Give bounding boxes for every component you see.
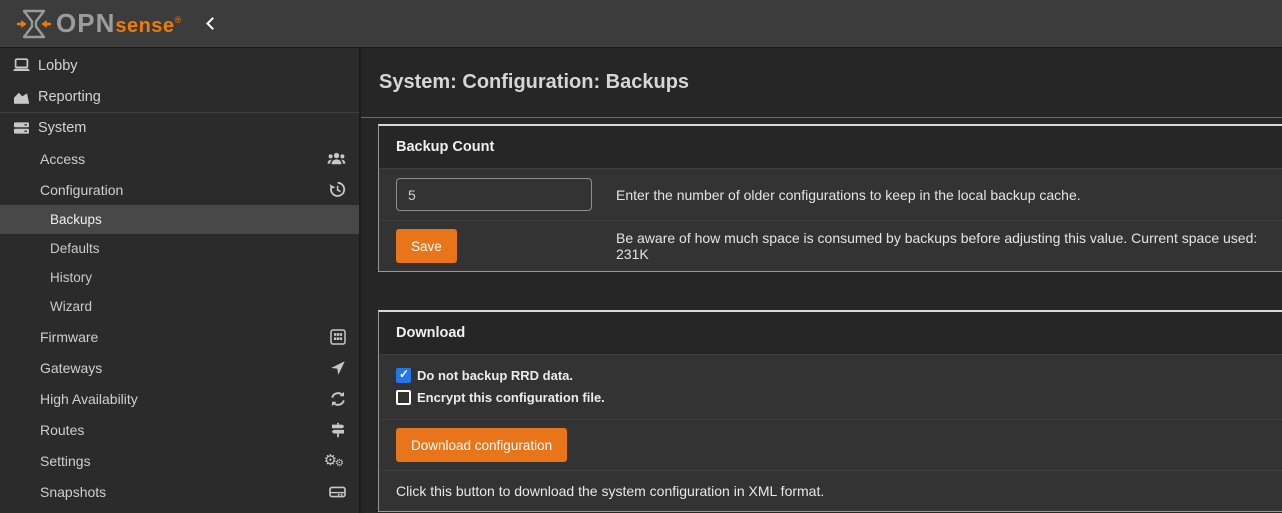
opnsense-logo[interactable]: OPNsense® [16, 8, 181, 40]
sidebar-item-routes[interactable]: Routes [0, 414, 359, 445]
sidebar-item-configuration[interactable]: Configuration [0, 174, 359, 205]
backup-count-input[interactable] [396, 178, 592, 211]
encrypt-checkbox[interactable] [396, 390, 411, 405]
backup-count-panel-header: Backup Count [379, 126, 1282, 168]
sidebar-collapse-button[interactable] [203, 15, 221, 33]
sidebar-item-label: History [50, 270, 92, 285]
sidebar-item-label: System [38, 120, 86, 136]
server-icon [9, 121, 34, 135]
sidebar-item-snapshots[interactable]: Snapshots [0, 476, 359, 507]
brand-sense: sense [115, 15, 174, 38]
save-row: Save Be aware of how much space is consu… [379, 220, 1282, 271]
sidebar-item-backups[interactable]: Backups [0, 205, 359, 234]
laptop-icon [9, 58, 34, 73]
brand-registered-mark: ® [175, 15, 182, 25]
rrd-checkbox-line[interactable]: Do not backup RRD data. [396, 364, 1272, 386]
sidebar-item-high-availability[interactable]: High Availability [0, 383, 359, 414]
sidebar-item-system[interactable]: System [0, 112, 359, 143]
area-chart-icon [9, 89, 34, 104]
sidebar-nav: Lobby Reporting [0, 48, 361, 513]
rrd-checkbox-label[interactable]: Do not backup RRD data. [417, 368, 573, 383]
sidebar-item-label: Reporting [38, 89, 101, 105]
sidebar-item-settings[interactable]: Settings ⚙⚙ [0, 445, 359, 476]
cogs-icon: ⚙⚙ [324, 453, 346, 468]
save-help: Be aware of how much space is consumed b… [616, 229, 1272, 263]
opnsense-app: OPNsense® Lobby [0, 0, 1282, 513]
users-icon [327, 151, 346, 166]
refresh-icon [330, 391, 346, 407]
save-button[interactable]: Save [396, 229, 457, 263]
top-bar: OPNsense® [0, 0, 1282, 48]
sidebar-item-label: High Availability [40, 391, 138, 407]
history-icon [329, 181, 346, 198]
page-title: System: Configuration: Backups [361, 48, 1282, 118]
sidebar-item-wizard[interactable]: Wizard [0, 292, 359, 321]
backup-count-panel: Backup Count Enter the number of older c… [378, 124, 1282, 272]
sidebar-item-label: Lobby [38, 58, 78, 74]
backup-count-help: Enter the number of older configurations… [616, 178, 1272, 211]
sidebar-item-label: Configuration [40, 182, 123, 198]
main-layout: Lobby Reporting [0, 48, 1282, 513]
sidebar-item-firmware[interactable]: Firmware [0, 321, 359, 352]
sidebar-item-lobby[interactable]: Lobby [0, 50, 359, 81]
encrypt-checkbox-label[interactable]: Encrypt this configuration file. [417, 390, 605, 405]
brand-text: OPNsense® [56, 8, 181, 39]
grid-icon [330, 329, 346, 345]
sidebar-item-gateways[interactable]: Gateways [0, 352, 359, 383]
map-signs-icon [330, 422, 346, 438]
sidebar-item-access[interactable]: Access [0, 143, 359, 174]
rrd-checkbox[interactable] [396, 368, 411, 383]
sidebar-item-label: Defaults [50, 241, 100, 256]
download-note: Click this button to download the system… [379, 470, 1282, 511]
sidebar-item-label: Snapshots [40, 484, 106, 500]
download-button-row: Download configuration [379, 419, 1282, 470]
sidebar-item-label: Settings [40, 453, 91, 469]
backup-count-row: Enter the number of older configurations… [379, 168, 1282, 220]
location-arrow-icon [330, 360, 346, 376]
sidebar-item-defaults[interactable]: Defaults [0, 234, 359, 263]
sidebar-item-label: Access [40, 151, 85, 167]
brand-opn: OPN [56, 8, 115, 39]
sidebar-item-label: Firmware [40, 329, 98, 345]
download-options-row: Do not backup RRD data. Encrypt this con… [379, 354, 1282, 419]
sidebar-item-history[interactable]: History [0, 263, 359, 292]
sidebar-item-label: Backups [50, 212, 102, 227]
hourglass-logo-icon [16, 8, 52, 40]
sidebar-item-label: Gateways [40, 360, 102, 376]
content-area: System: Configuration: Backups Backup Co… [361, 48, 1282, 513]
encrypt-checkbox-line[interactable]: Encrypt this configuration file. [396, 386, 1272, 408]
download-configuration-button[interactable]: Download configuration [396, 428, 567, 462]
chevron-left-icon [206, 17, 219, 30]
sidebar-item-reporting[interactable]: Reporting [0, 81, 359, 112]
sidebar-item-label: Wizard [50, 299, 92, 314]
download-panel-header: Download [379, 312, 1282, 354]
hdd-icon [329, 484, 346, 499]
sidebar-item-label: Routes [40, 422, 84, 438]
download-panel: Download Do not backup RRD data. Encrypt… [378, 310, 1282, 512]
